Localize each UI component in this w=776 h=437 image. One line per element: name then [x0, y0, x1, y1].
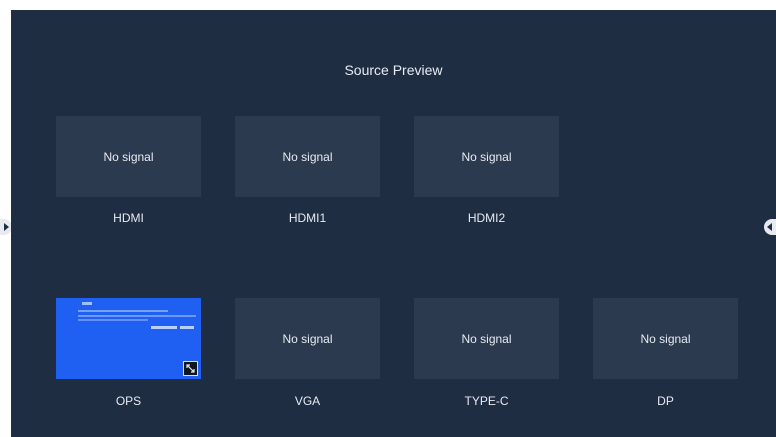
- preview-line: [78, 310, 168, 312]
- expand-icon: [186, 364, 195, 373]
- right-arrow-button[interactable]: [764, 219, 776, 235]
- source-tile-vga[interactable]: No signal: [235, 298, 380, 379]
- arrow-left-icon: [767, 223, 772, 231]
- arrow-right-icon: [4, 223, 9, 231]
- source-label-typec: TYPE-C: [464, 394, 509, 408]
- preview-line: [82, 302, 92, 305]
- source-label-dp: DP: [657, 394, 674, 408]
- preview-line: [78, 315, 196, 317]
- preview-button: [180, 326, 194, 329]
- source-label-hdmi1: HDMI1: [288, 211, 327, 225]
- source-tile-hdmi1[interactable]: No signal: [235, 116, 380, 197]
- source-label-vga: VGA: [294, 394, 321, 408]
- source-tile-dp[interactable]: No signal: [593, 298, 738, 379]
- preview-button: [151, 326, 177, 329]
- source-tile-hdmi2[interactable]: No signal: [414, 116, 559, 197]
- no-signal-text: No signal: [461, 149, 512, 164]
- no-signal-text: No signal: [461, 331, 512, 346]
- source-preview-screen: Source Preview No signal HDMI No signal …: [11, 10, 776, 437]
- page-title: Source Preview: [344, 62, 443, 78]
- source-tile-ops[interactable]: [56, 298, 201, 379]
- source-tile-hdmi[interactable]: No signal: [56, 116, 201, 197]
- source-label-ops: OPS: [115, 394, 142, 408]
- expand-button[interactable]: [183, 361, 198, 376]
- no-signal-text: No signal: [640, 331, 691, 346]
- source-label-hdmi: HDMI: [113, 211, 144, 225]
- no-signal-text: No signal: [103, 149, 154, 164]
- source-tile-typec[interactable]: No signal: [414, 298, 559, 379]
- preview-line: [78, 319, 148, 321]
- source-label-hdmi2: HDMI2: [467, 211, 506, 225]
- no-signal-text: No signal: [282, 149, 333, 164]
- no-signal-text: No signal: [282, 331, 333, 346]
